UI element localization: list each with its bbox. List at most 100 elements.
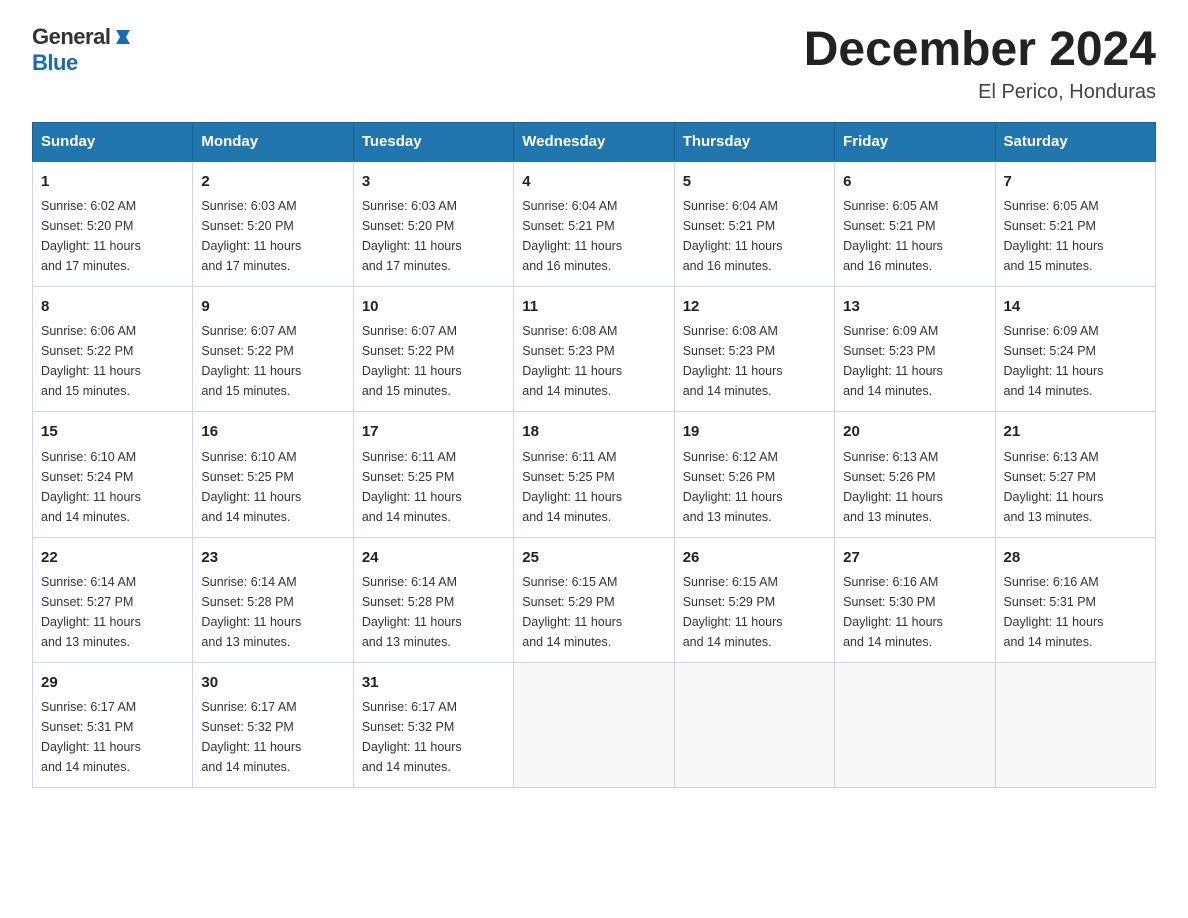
day-info: Sunrise: 6:02 AMSunset: 5:20 PMDaylight:… — [41, 196, 184, 276]
table-row: 13 Sunrise: 6:09 AMSunset: 5:23 PMDayligh… — [835, 287, 995, 412]
day-number: 29 — [41, 671, 184, 694]
table-row: 15 Sunrise: 6:10 AMSunset: 5:24 PMDayligh… — [33, 412, 193, 537]
table-row: 26 Sunrise: 6:15 AMSunset: 5:29 PMDayligh… — [674, 537, 834, 662]
day-number: 4 — [522, 170, 665, 193]
calendar-week-row: 29 Sunrise: 6:17 AMSunset: 5:31 PMDayligh… — [33, 662, 1156, 787]
day-info: Sunrise: 6:14 AMSunset: 5:27 PMDaylight:… — [41, 572, 184, 652]
table-row: 7 Sunrise: 6:05 AMSunset: 5:21 PMDaylight… — [995, 161, 1155, 287]
day-number: 18 — [522, 420, 665, 443]
day-info: Sunrise: 6:17 AMSunset: 5:32 PMDaylight:… — [201, 697, 344, 777]
day-info: Sunrise: 6:14 AMSunset: 5:28 PMDaylight:… — [362, 572, 505, 652]
table-row — [835, 662, 995, 787]
day-info: Sunrise: 6:15 AMSunset: 5:29 PMDaylight:… — [683, 572, 826, 652]
day-number: 8 — [41, 295, 184, 318]
table-row: 3Sunrise: 6:03 AMSunset: 5:20 PMDaylight… — [353, 161, 513, 287]
day-number: 12 — [683, 295, 826, 318]
day-info: Sunrise: 6:16 AMSunset: 5:30 PMDaylight:… — [843, 572, 986, 652]
calendar-week-row: 22 Sunrise: 6:14 AMSunset: 5:27 PMDayligh… — [33, 537, 1156, 662]
day-number: 24 — [362, 546, 505, 569]
table-row: 12Sunrise: 6:08 AMSunset: 5:23 PMDayligh… — [674, 287, 834, 412]
day-number: 22 — [41, 546, 184, 569]
day-number: 26 — [683, 546, 826, 569]
table-row: 23Sunrise: 6:14 AMSunset: 5:28 PMDayligh… — [193, 537, 353, 662]
day-info: Sunrise: 6:04 AMSunset: 5:21 PMDaylight:… — [522, 196, 665, 276]
table-row: 21 Sunrise: 6:13 AMSunset: 5:27 PMDayligh… — [995, 412, 1155, 537]
day-info: Sunrise: 6:16 AMSunset: 5:31 PMDaylight:… — [1004, 572, 1147, 652]
day-number: 15 — [41, 420, 184, 443]
day-info: Sunrise: 6:09 AMSunset: 5:24 PMDaylight:… — [1004, 321, 1147, 401]
title-block: December 2024 El Perico, Honduras — [804, 24, 1156, 104]
table-row: 4 Sunrise: 6:04 AMSunset: 5:21 PMDaylight… — [514, 161, 674, 287]
day-info: Sunrise: 6:17 AMSunset: 5:31 PMDaylight:… — [41, 697, 184, 777]
day-info: Sunrise: 6:03 AMSunset: 5:20 PMDaylight:… — [362, 196, 505, 276]
day-number: 20 — [843, 420, 986, 443]
calendar-table: Sunday Monday Tuesday Wednesday Thursday… — [32, 122, 1156, 788]
table-row — [995, 662, 1155, 787]
day-info: Sunrise: 6:03 AMSunset: 5:20 PMDaylight:… — [201, 196, 344, 276]
logo-general: General — [32, 24, 110, 50]
day-number: 16 — [201, 420, 344, 443]
day-number: 27 — [843, 546, 986, 569]
day-info: Sunrise: 6:11 AMSunset: 5:25 PMDaylight:… — [522, 447, 665, 527]
day-info: Sunrise: 6:13 AMSunset: 5:27 PMDaylight:… — [1004, 447, 1147, 527]
table-row: 9Sunrise: 6:07 AMSunset: 5:22 PMDaylight… — [193, 287, 353, 412]
table-row: 14 Sunrise: 6:09 AMSunset: 5:24 PMDayligh… — [995, 287, 1155, 412]
table-row: 24 Sunrise: 6:14 AMSunset: 5:28 PMDayligh… — [353, 537, 513, 662]
day-info: Sunrise: 6:05 AMSunset: 5:21 PMDaylight:… — [1004, 196, 1147, 276]
table-row: 19Sunrise: 6:12 AMSunset: 5:26 PMDayligh… — [674, 412, 834, 537]
day-number: 31 — [362, 671, 505, 694]
table-row: 10Sunrise: 6:07 AMSunset: 5:22 PMDayligh… — [353, 287, 513, 412]
day-info: Sunrise: 6:11 AMSunset: 5:25 PMDaylight:… — [362, 447, 505, 527]
day-info: Sunrise: 6:15 AMSunset: 5:29 PMDaylight:… — [522, 572, 665, 652]
calendar-header-row: Sunday Monday Tuesday Wednesday Thursday… — [33, 122, 1156, 161]
day-number: 13 — [843, 295, 986, 318]
table-row: 16 Sunrise: 6:10 AMSunset: 5:25 PMDayligh… — [193, 412, 353, 537]
day-number: 6 — [843, 170, 986, 193]
col-friday: Friday — [835, 122, 995, 161]
table-row — [674, 662, 834, 787]
month-title: December 2024 — [804, 24, 1156, 77]
calendar-week-row: 15 Sunrise: 6:10 AMSunset: 5:24 PMDayligh… — [33, 412, 1156, 537]
day-info: Sunrise: 6:14 AMSunset: 5:28 PMDaylight:… — [201, 572, 344, 652]
col-sunday: Sunday — [33, 122, 193, 161]
day-number: 11 — [522, 295, 665, 318]
table-row: 17 Sunrise: 6:11 AMSunset: 5:25 PMDayligh… — [353, 412, 513, 537]
day-info: Sunrise: 6:09 AMSunset: 5:23 PMDaylight:… — [843, 321, 986, 401]
day-number: 30 — [201, 671, 344, 694]
table-row: 29 Sunrise: 6:17 AMSunset: 5:31 PMDayligh… — [33, 662, 193, 787]
table-row: 1Sunrise: 6:02 AMSunset: 5:20 PMDaylight… — [33, 161, 193, 287]
day-number: 14 — [1004, 295, 1147, 318]
day-info: Sunrise: 6:13 AMSunset: 5:26 PMDaylight:… — [843, 447, 986, 527]
day-number: 7 — [1004, 170, 1147, 193]
table-row — [514, 662, 674, 787]
table-row: 25 Sunrise: 6:15 AMSunset: 5:29 PMDayligh… — [514, 537, 674, 662]
day-info: Sunrise: 6:04 AMSunset: 5:21 PMDaylight:… — [683, 196, 826, 276]
col-tuesday: Tuesday — [353, 122, 513, 161]
table-row: 30 Sunrise: 6:17 AMSunset: 5:32 PMDayligh… — [193, 662, 353, 787]
table-row: 5 Sunrise: 6:04 AMSunset: 5:21 PMDaylight… — [674, 161, 834, 287]
logo-blue: Blue — [32, 50, 78, 75]
day-number: 21 — [1004, 420, 1147, 443]
day-number: 28 — [1004, 546, 1147, 569]
logo: General Blue — [32, 24, 134, 77]
day-info: Sunrise: 6:08 AMSunset: 5:23 PMDaylight:… — [522, 321, 665, 401]
day-info: Sunrise: 6:10 AMSunset: 5:24 PMDaylight:… — [41, 447, 184, 527]
calendar-week-row: 1Sunrise: 6:02 AMSunset: 5:20 PMDaylight… — [33, 161, 1156, 287]
table-row: 20 Sunrise: 6:13 AMSunset: 5:26 PMDayligh… — [835, 412, 995, 537]
day-info: Sunrise: 6:05 AMSunset: 5:21 PMDaylight:… — [843, 196, 986, 276]
day-info: Sunrise: 6:07 AMSunset: 5:22 PMDaylight:… — [362, 321, 505, 401]
logo-flag-icon — [112, 26, 134, 48]
col-monday: Monday — [193, 122, 353, 161]
page-header: General Blue December 2024 El Perico, Ho… — [32, 24, 1156, 104]
day-number: 9 — [201, 295, 344, 318]
day-number: 5 — [683, 170, 826, 193]
day-number: 17 — [362, 420, 505, 443]
table-row: 22 Sunrise: 6:14 AMSunset: 5:27 PMDayligh… — [33, 537, 193, 662]
day-number: 19 — [683, 420, 826, 443]
table-row: 28 Sunrise: 6:16 AMSunset: 5:31 PMDayligh… — [995, 537, 1155, 662]
col-thursday: Thursday — [674, 122, 834, 161]
table-row: 31Sunrise: 6:17 AMSunset: 5:32 PMDayligh… — [353, 662, 513, 787]
table-row: 11 Sunrise: 6:08 AMSunset: 5:23 PMDayligh… — [514, 287, 674, 412]
day-number: 25 — [522, 546, 665, 569]
day-info: Sunrise: 6:10 AMSunset: 5:25 PMDaylight:… — [201, 447, 344, 527]
